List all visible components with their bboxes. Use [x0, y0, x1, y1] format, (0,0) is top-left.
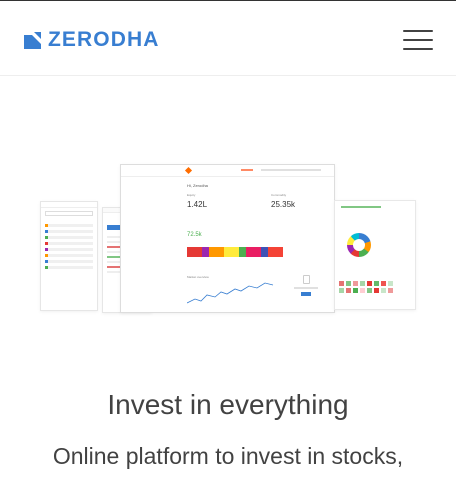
equity-value: 1.42L: [187, 200, 208, 209]
holdings-heat-bar: [187, 247, 283, 257]
zerodha-logo-icon: [24, 31, 41, 49]
portfolio-screen: [334, 200, 416, 310]
dashboard-screen: Hi, Zerodha Equity 1.42L Commodity 25.35…: [120, 164, 335, 313]
market-line-chart: [187, 282, 274, 304]
zerodha-logo[interactable]: ZERODHA: [24, 28, 160, 52]
page-subtitle: Online platform to invest in stocks,: [52, 443, 404, 469]
watchlist-screen: [40, 201, 98, 311]
holdings-value: 72.5k: [187, 232, 202, 238]
top-navbar: ZERODHA: [0, 0, 456, 76]
allocation-donut-chart: [347, 233, 371, 257]
hamburger-menu-icon[interactable]: [403, 29, 433, 51]
dashboard-greeting: Hi, Zerodha: [187, 183, 208, 188]
commodity-value: 25.35k: [271, 200, 296, 209]
brand-name: ZERODHA: [48, 28, 160, 51]
equity-label: Equity: [187, 193, 196, 197]
commodity-label: Commodity: [271, 193, 287, 197]
page-title: Invest in everything: [107, 389, 349, 420]
heatmap-grid: [339, 281, 393, 293]
platform-screens-illustration: Hi, Zerodha Equity 1.42L Commodity 25.35…: [40, 160, 416, 314]
